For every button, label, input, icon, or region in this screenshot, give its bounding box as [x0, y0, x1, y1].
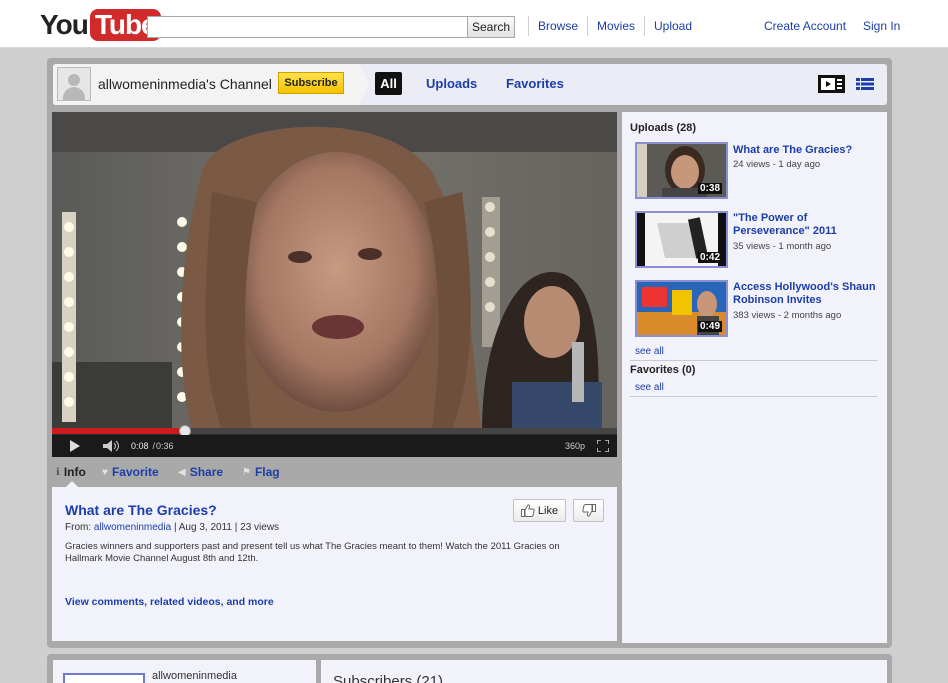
avatar-body-shape	[63, 87, 85, 100]
avatar-head-shape	[68, 74, 80, 86]
progress-track[interactable]	[52, 425, 617, 437]
like-button[interactable]: Like	[513, 499, 566, 522]
progress-fill	[52, 428, 185, 434]
thumbs-up-icon	[520, 504, 535, 517]
favorites-see-all-link[interactable]: see all	[635, 382, 664, 393]
share-icon: ◀	[178, 466, 186, 478]
upload-meta: 383 views - 2 months ago	[733, 310, 842, 321]
channel-name: allwomeninmedia's Channel	[98, 76, 272, 92]
tab-info-label: Info	[63, 465, 86, 479]
nav-upload-link[interactable]: Upload	[654, 19, 692, 33]
like-label: Like	[537, 504, 559, 517]
video-description: Gracies winners and supporters past and …	[65, 541, 560, 564]
author-link[interactable]: allwomeninmedia	[94, 522, 171, 533]
info-icon: ℹ	[56, 466, 60, 478]
heart-icon: ♥	[102, 466, 108, 478]
channel-title-arrow	[359, 64, 369, 105]
video-meta: From: allwomeninmedia | Aug 3, 2011 | 23…	[65, 522, 279, 533]
upload-meta: 35 views - 1 month ago	[733, 241, 832, 252]
upload-date: Aug 3, 2011	[178, 522, 232, 533]
logo-you-text: You	[40, 9, 89, 40]
view-comments-link[interactable]: View comments, related videos, and more	[65, 596, 274, 608]
upload-title[interactable]: Access Hollywood's Shaun Robinson Invite…	[733, 281, 878, 307]
video-frame	[52, 112, 617, 430]
subscribe-button[interactable]: Subscribe	[278, 72, 344, 94]
upload-thumbnail[interactable]: 0:38	[635, 142, 728, 199]
fullscreen-icon[interactable]	[597, 440, 609, 452]
upload-meta: 24 views - 1 day ago	[733, 159, 821, 170]
section-divider	[630, 396, 877, 397]
tab-uploads[interactable]: Uploads	[426, 76, 477, 91]
grid-view-icon[interactable]	[856, 78, 874, 90]
play-icon[interactable]	[69, 440, 81, 452]
player-view-icon[interactable]	[818, 75, 845, 93]
tab-info[interactable]: ℹ Info	[56, 465, 86, 479]
profile-name: allwomeninmedia	[152, 670, 237, 682]
video-player[interactable]	[52, 112, 617, 457]
sign-in-link[interactable]: Sign In	[863, 19, 900, 33]
upload-thumbnail[interactable]: 0:49	[635, 280, 728, 337]
nav-movies-link[interactable]: Movies	[597, 19, 635, 33]
tab-share[interactable]: ◀ Share	[178, 465, 223, 479]
quality-button[interactable]: 360p	[565, 441, 585, 451]
tab-favorite-label: Favorite	[111, 465, 159, 479]
youtube-logo[interactable]: You Tube	[40, 9, 161, 41]
nav-browse-link[interactable]: Browse	[538, 19, 578, 33]
upload-thumbnail[interactable]: 0:42	[635, 211, 728, 268]
uploads-see-all-link[interactable]: see all	[635, 346, 664, 357]
upload-title[interactable]: What are The Gracies?	[733, 144, 878, 157]
time-current: 0:08	[131, 441, 149, 451]
create-account-link[interactable]: Create Account	[764, 19, 846, 33]
search-button[interactable]: Search	[467, 16, 515, 38]
uploads-heading: Uploads (28)	[630, 122, 697, 134]
info-tabs: ℹ Info ♥ Favorite ◀ Share ⚑ Flag	[52, 460, 617, 486]
favorites-heading: Favorites (0)	[630, 364, 696, 376]
player-control-bar: 0:08 / 0:36 360p	[52, 435, 617, 457]
upload-title[interactable]: "The Power of Perseverance" 2011	[733, 212, 878, 238]
channel-avatar[interactable]	[57, 67, 91, 101]
tab-share-label: Share	[189, 465, 224, 479]
subscribers-heading: Subscribers (21)	[333, 673, 444, 683]
time-total: 0:36	[156, 441, 174, 451]
thumbs-down-icon	[581, 504, 596, 517]
from-label: From:	[65, 522, 92, 533]
search-input[interactable]	[147, 16, 468, 38]
masthead: You Tube Search Browse Movies Upload Cre…	[0, 0, 948, 48]
video-title[interactable]: What are The Gracies?	[65, 502, 217, 518]
profile-avatar[interactable]	[63, 673, 145, 683]
view-count: 23 views	[240, 522, 280, 533]
duration-badge: 0:42	[697, 252, 722, 263]
tab-favorite[interactable]: ♥ Favorite	[102, 465, 159, 479]
tab-flag-label: Flag	[254, 465, 280, 479]
tab-favorites[interactable]: Favorites	[506, 76, 564, 91]
tab-flag[interactable]: ⚑ Flag	[242, 465, 280, 479]
tab-all[interactable]: All	[375, 72, 402, 95]
flag-icon: ⚑	[242, 466, 251, 478]
volume-icon[interactable]	[103, 440, 121, 452]
nav-divider	[528, 16, 529, 36]
dislike-button[interactable]	[573, 499, 604, 522]
section-divider	[630, 360, 877, 361]
nav-divider	[587, 16, 588, 36]
duration-badge: 0:38	[697, 183, 722, 194]
duration-badge: 0:49	[697, 321, 722, 332]
nav-divider	[644, 16, 645, 36]
